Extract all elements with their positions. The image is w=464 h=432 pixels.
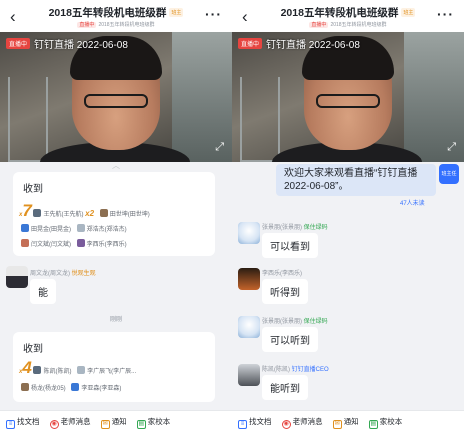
school-book-button[interactable]: ▤ 家校本 bbox=[131, 411, 170, 429]
live-video-player[interactable]: 直播中 钉钉直播 2022-06-08 ⤢ bbox=[0, 32, 232, 162]
left-screenshot: ‹ 2018五年转段机电班级群 班主 直播中 2018五年转段机电班级群 ··· 直… bbox=[0, 0, 232, 432]
teacher-icon: ◉ bbox=[49, 420, 59, 429]
live-tag: 直播中 bbox=[238, 38, 263, 49]
notice-icon: ✉ bbox=[100, 420, 110, 429]
group-title: 2018五年转段机电班级群 班主 bbox=[48, 7, 184, 19]
avatar[interactable] bbox=[238, 364, 260, 386]
teacher-message-button[interactable]: ◉ 老师消息 bbox=[44, 411, 91, 429]
reaction-row: 杨龙(杨龙05) 李亚森(李亚森) bbox=[21, 383, 125, 392]
self-avatar[interactable]: 班主任 bbox=[439, 164, 459, 184]
reactor-chip: 王先航(王先航) x2 bbox=[33, 209, 94, 218]
avatar[interactable] bbox=[238, 222, 260, 244]
unread-count[interactable]: 47人未读 bbox=[400, 198, 425, 207]
reactor-chip: 陈凯(陈凯) bbox=[33, 366, 71, 375]
chat-header: ‹ 2018五年转段机电班级群 班主 直播中 2018五年转段机电班级群 ··· bbox=[0, 0, 232, 32]
header-subtitle: 直播中 2018五年转段机电班级群 bbox=[77, 22, 155, 28]
message-bubble[interactable]: 听得到 bbox=[262, 279, 308, 304]
find-doc-button[interactable]: ≡ 找文档 bbox=[0, 411, 40, 429]
message-sender: 陈凯(陈凯) 钉钉直播CEO bbox=[262, 367, 329, 373]
reactor-chip: 李亚森(李亚森) bbox=[71, 383, 121, 392]
live-tag: 直播中 bbox=[6, 38, 31, 49]
avatar[interactable] bbox=[238, 316, 260, 338]
reactor-chip: 田世坤(田世坤) bbox=[99, 209, 150, 218]
reaction-card[interactable]: 收到 x7 王先航(王先航) x2 田世坤(田世坤) 田晃金(田晃金) 郑浩杰(… bbox=[13, 172, 215, 256]
right-screenshot: ‹ 2018五年转段机电班级群 班主 直播中 2018五年转段机电班级群 ··· 直… bbox=[232, 0, 464, 432]
doc-icon: ≡ bbox=[238, 420, 247, 429]
avatar[interactable] bbox=[238, 268, 260, 290]
message-sender: 李西乐(李西乐) bbox=[262, 271, 302, 277]
notice-icon: ✉ bbox=[332, 420, 342, 429]
header-subtitle: 直播中 2018五年转段机电班级群 bbox=[309, 22, 387, 28]
message-bubble[interactable]: 能听到 bbox=[262, 375, 308, 400]
group-title: 2018五年转段机电班级群 班主 bbox=[280, 7, 416, 19]
reactor-chip: 李广辰飞(李广辰... bbox=[77, 366, 136, 375]
system-message-bubble[interactable]: 欢迎大家来观看直播“钉钉直播 2022-06-08”。 bbox=[276, 164, 436, 196]
more-menu-icon[interactable]: ··· bbox=[437, 6, 454, 22]
live-video-player[interactable]: 直播中 钉钉直播 2022-06-08 ⤢ bbox=[232, 32, 464, 162]
reactor-chip: 闫文斌(闫文斌) bbox=[21, 239, 71, 248]
card-title: 收到 bbox=[23, 184, 43, 195]
message-sender: 张景朋(张景朋) 保住绿码 bbox=[262, 319, 328, 325]
teacher-message-button[interactable]: ◉ 老师消息 bbox=[276, 411, 323, 429]
message-bubble[interactable]: 可以看到 bbox=[262, 233, 318, 258]
bottom-toolbar: ≡ 找文档 ◉ 老师消息 ✉ 通知 ▤ 家校本 bbox=[232, 410, 464, 432]
reactor-chip: 郑浩杰(郑浩杰) bbox=[76, 224, 127, 233]
notice-button[interactable]: ✉ 通知 bbox=[95, 411, 127, 429]
teacher-icon: ◉ bbox=[281, 420, 291, 429]
school-icon: ▤ bbox=[368, 420, 378, 429]
fullscreen-icon[interactable]: ⤢ bbox=[447, 141, 456, 154]
reactor-chip: 杨龙(杨龙05) bbox=[21, 383, 66, 392]
reactor-chip: 李西乐(李西乐) bbox=[76, 239, 127, 248]
bottom-toolbar: ≡ 找文档 ◉ 老师消息 ✉ 通知 ▤ 家校本 bbox=[0, 410, 232, 432]
live-title: 钉钉直播 2022-06-08 bbox=[34, 40, 128, 51]
message-bubble[interactable]: 可以听到 bbox=[262, 327, 318, 352]
message-sender: 周文龙(周文龙) 悦观生观 bbox=[30, 271, 96, 277]
avatar[interactable] bbox=[6, 266, 28, 288]
collapse-handle-icon[interactable]: ︿ bbox=[108, 160, 124, 171]
find-doc-button[interactable]: ≡ 找文档 bbox=[232, 411, 272, 429]
message-bubble[interactable]: 能 bbox=[30, 279, 56, 304]
fullscreen-icon[interactable]: ⤢ bbox=[215, 141, 224, 154]
message-sender: 张景朋(张景朋) 保住绿码 bbox=[262, 225, 328, 231]
doc-icon: ≡ bbox=[6, 420, 15, 429]
school-book-button[interactable]: ▤ 家校本 bbox=[363, 411, 402, 429]
reaction-row: 闫文斌(闫文斌) 李西乐(李西乐) bbox=[21, 239, 131, 248]
owner-tag: 班主 bbox=[169, 8, 184, 17]
reactor-chip: 田晃金(田晃金) bbox=[21, 224, 71, 233]
reaction-row: 田晃金(田晃金) 郑浩杰(郑浩杰) bbox=[21, 224, 131, 233]
school-icon: ▤ bbox=[136, 420, 146, 429]
live-badge: 直播中 bbox=[309, 22, 329, 28]
more-menu-icon[interactable]: ··· bbox=[205, 6, 222, 22]
reaction-summary: x4 陈凯(陈凯) 李广辰飞(李广辰... bbox=[19, 358, 137, 377]
reaction-card[interactable]: 收到 x4 陈凯(陈凯) 李广辰飞(李广辰... 杨龙(杨龙05) 李亚森(李亚… bbox=[13, 332, 215, 402]
notice-button[interactable]: ✉ 通知 bbox=[327, 411, 359, 429]
live-title: 钉钉直播 2022-06-08 bbox=[266, 40, 360, 51]
time-divider: 刚刚 bbox=[109, 317, 122, 323]
reaction-summary: x7 王先航(王先航) x2 田世坤(田世坤) bbox=[19, 201, 150, 220]
live-badge: 直播中 bbox=[77, 22, 97, 28]
owner-tag: 班主 bbox=[401, 8, 416, 17]
card-title: 收到 bbox=[23, 344, 43, 355]
chat-header: ‹ 2018五年转段机电班级群 班主 直播中 2018五年转段机电班级群 ··· bbox=[232, 0, 464, 32]
